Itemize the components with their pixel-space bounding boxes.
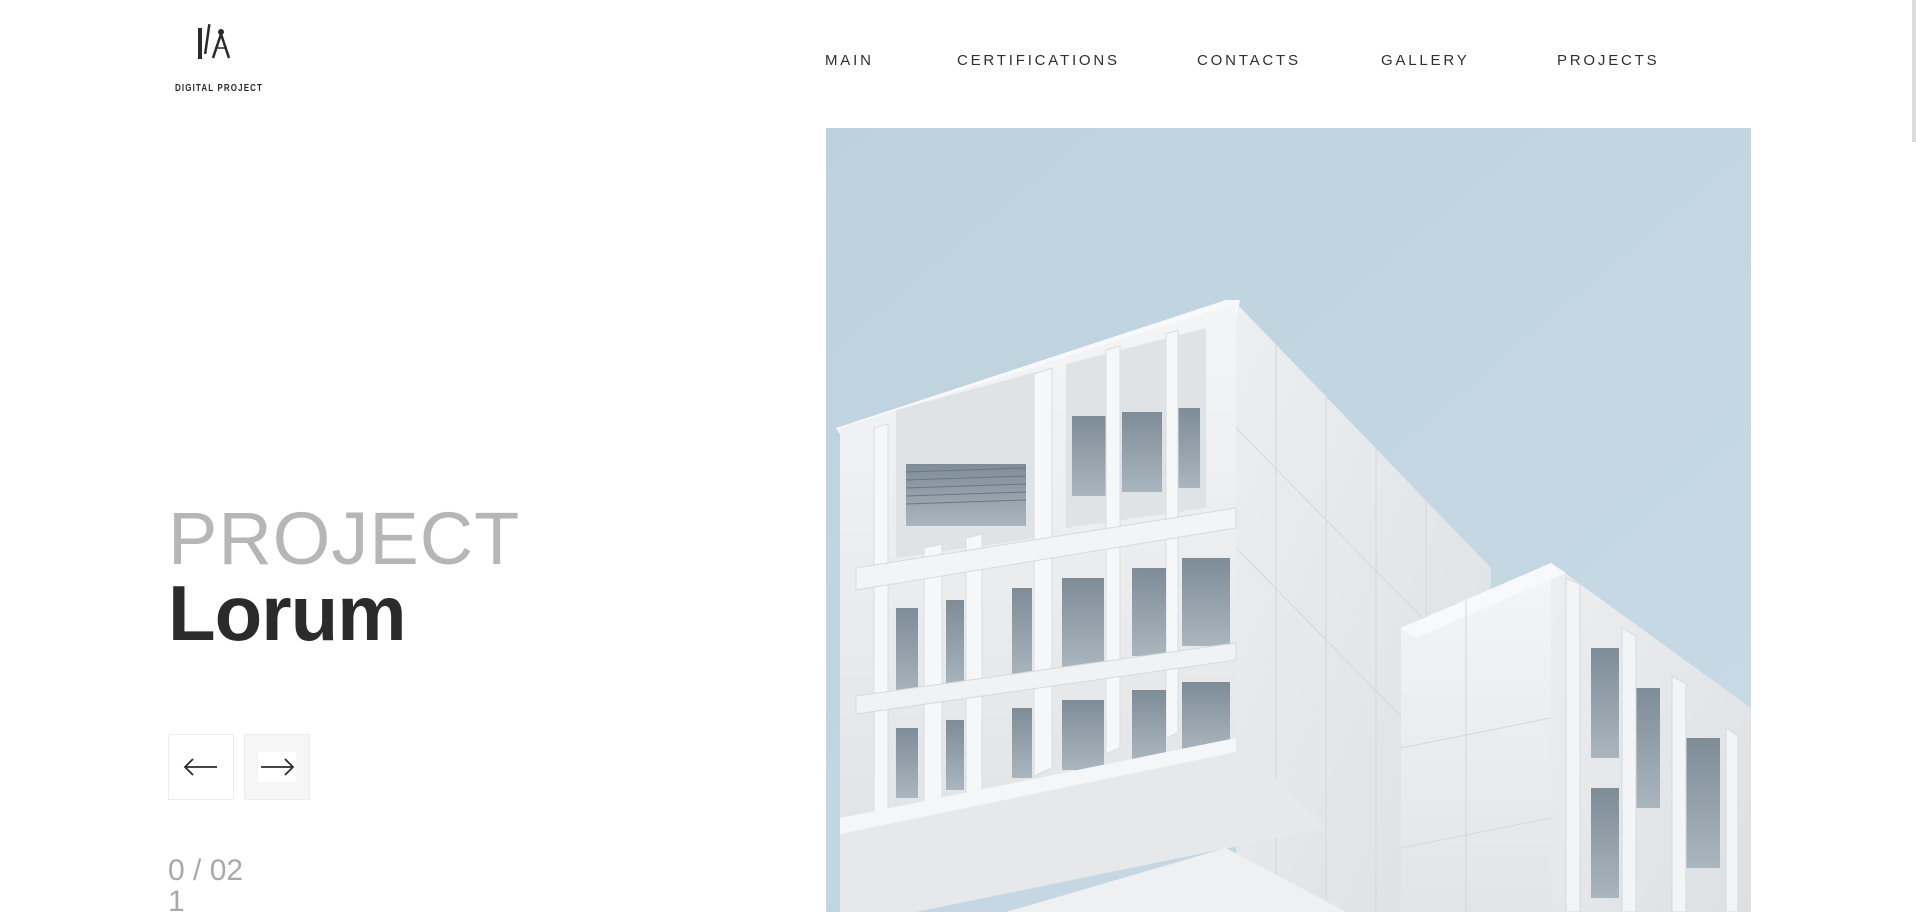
hero-kicker: PROJECT [168,497,521,580]
prev-slide-button[interactable] [168,734,234,800]
nav-item-certifications[interactable]: CERTIFICATIONS [957,52,1147,69]
hero-title[interactable]: Lorum [168,574,520,652]
arrow-right-icon [261,758,295,776]
arrow-left-icon [183,758,217,776]
page: DIGITAL PROJECT MAIN CERTIFICATIONS CONT… [0,0,1916,912]
slider-controls [168,734,310,800]
brand-name: DIGITAL PROJECT [175,83,264,94]
nav-item-gallery[interactable]: GALLERY [1381,52,1507,69]
scrollbar-thumb[interactable] [1912,0,1916,142]
modern-white-building-photo [826,128,1751,912]
slide-counter-index: 1 [168,885,185,912]
slide-counter: 0 / 02 [168,854,244,887]
main-nav: MAIN CERTIFICATIONS CONTACTS GALLERY PRO… [825,52,1677,69]
next-slide-button-inner [258,752,296,782]
nav-item-main[interactable]: MAIN [825,52,907,69]
nav-item-contacts[interactable]: CONTACTS [1197,52,1331,69]
nav-item-projects[interactable]: PROJECTS [1557,52,1677,69]
logo[interactable]: DIGITAL PROJECT [172,24,262,96]
hero-image [826,128,1751,912]
page-scrollbar[interactable] [1910,0,1916,912]
hero-headline: PROJECT Lorum [168,497,521,653]
next-slide-button[interactable] [244,734,310,800]
compass-ruler-icon [198,24,231,59]
